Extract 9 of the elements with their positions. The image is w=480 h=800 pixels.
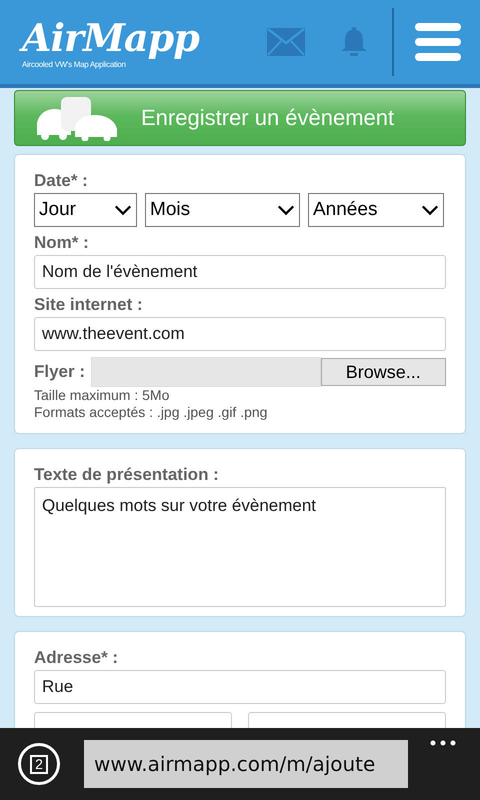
upload-note: Taille maximum : 5Mo	[34, 387, 170, 404]
flyer-label: Flyer :	[34, 361, 86, 383]
address-label: Adresse* :	[34, 647, 120, 669]
website-label: Site internet :	[34, 294, 144, 316]
logo-tagline: Aircooled VW's Map Application	[22, 60, 127, 68]
presentation-label: Texte de présentation :	[34, 464, 220, 486]
upload-note: Formats acceptés : .jpg .jpeg .gif .png	[34, 404, 268, 421]
date-label: Date* :	[34, 170, 89, 192]
name-label: Nom* :	[34, 232, 90, 254]
